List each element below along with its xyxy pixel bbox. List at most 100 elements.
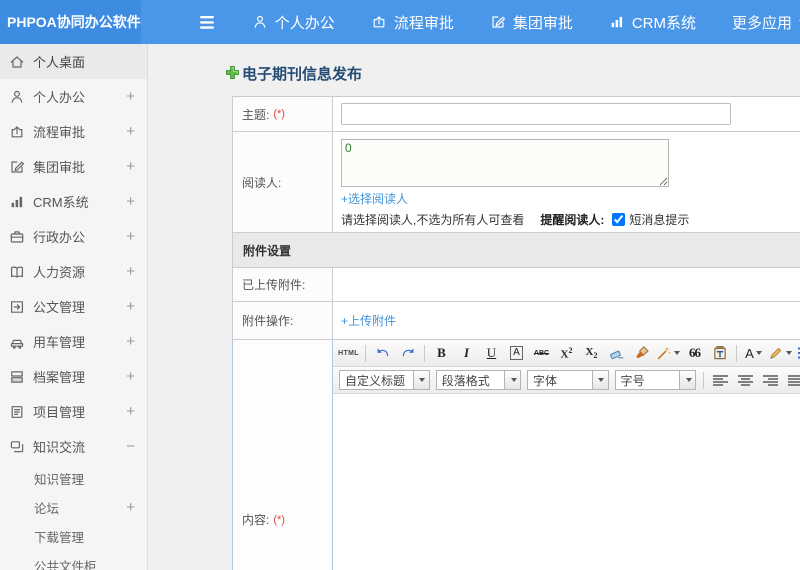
caret-down-icon [504,371,521,389]
sidebar-item-knowledge-exchange[interactable]: 知识交流 − [0,429,147,464]
main-content: 电子期刊信息发布 主题: (*) 阅读人: 0 +选择阅读人 请选择阅读人,不选… [148,44,800,570]
font-select[interactable]: 字体 [527,370,609,390]
toolbar-highlight-button[interactable] [767,343,793,364]
select-value: 自定义标题 [345,373,406,388]
toolbar-separator [365,344,366,362]
nav-item-group-approval[interactable]: 集团审批 [490,12,573,33]
sidebar-item-vehicle-management[interactable]: 用车管理 + [0,324,147,359]
caret-down-icon [674,351,680,355]
bold-icon: B [437,345,446,360]
nav-item-label: 更多应用 [732,14,793,32]
sidebar-item-workflow-approval[interactable]: 流程审批 + [0,114,147,149]
toolbar-strikethrough-button[interactable]: ABC [530,343,553,364]
nav-item-personal-office[interactable]: 个人办公 [252,12,335,33]
toolbar-html-source-button[interactable]: HTML [337,343,360,364]
sidebar-item-crm-system[interactable]: CRM系统 + [0,184,147,219]
align-justify-icon [788,374,800,386]
toolbar-align-center-button[interactable] [734,370,757,391]
content-label: 内容: (*) [233,340,333,570]
highlight-icon [768,345,784,361]
toolbar-format-brush-button[interactable] [630,343,653,364]
toolbar-font-color-button[interactable]: A [742,343,765,364]
toolbar-italic-button[interactable]: I [455,343,478,364]
toolbar-underline-button[interactable]: U [480,343,503,364]
toolbar-align-justify-button[interactable] [784,370,800,391]
nav-item-label: CRM系统 [631,14,697,32]
nav-item-crm-system[interactable]: CRM系统 [609,12,696,33]
undo-icon [375,345,391,361]
toolbar-subscript-button[interactable]: X2 [580,343,603,364]
archive-icon [9,369,25,385]
toolbar-redo-button[interactable] [396,343,419,364]
sidebar-item-group-approval[interactable]: 集团审批 + [0,149,147,184]
nav-item-more-apps[interactable]: 更多应用 [732,12,800,33]
toolbar-align-right-button[interactable] [759,370,782,391]
toolbar-undo-button[interactable] [371,343,394,364]
readers-label: 阅读人: [233,132,333,232]
readers-textarea[interactable]: 0 [341,139,669,187]
expand-plus-icon: + [126,499,135,516]
toolbar-magic-wand-button[interactable] [655,343,681,364]
page-title-row: 电子期刊信息发布 [225,63,800,84]
blockquote-icon: 66 [689,345,701,360]
toolbar-eraser-button[interactable] [605,343,628,364]
form-row-readers: 阅读人: 0 +选择阅读人 请选择阅读人,不选为所有人可查看 提醒阅读人: 短消… [232,132,800,233]
heading-select[interactable]: 自定义标题 [339,370,430,390]
attachment-section-header: 附件设置 [232,233,800,268]
eraser-icon [609,345,625,361]
sms-checkbox[interactable] [612,213,626,226]
chat-icon [9,439,25,455]
book-icon [9,264,25,280]
nav-item-workflow-approval[interactable]: 流程审批 [371,12,454,33]
sidebar-item-knowledge-management[interactable]: 知识管理 [0,464,147,493]
sidebar-item-public-file-cabinet[interactable]: 公共文件柜 [0,551,147,570]
format-brush-icon [634,345,650,361]
expand-plus-icon: + [126,333,135,350]
required-mark: (*) [273,108,285,120]
sidebar-item-human-resources[interactable]: 人力资源 + [0,254,147,289]
top-nav: 个人办公 流程审批 集团审批 CRM系统 更多应用 [252,12,800,33]
sidebar-item-archive-management[interactable]: 档案管理 + [0,359,147,394]
sidebar-item-personal-desktop[interactable]: 个人桌面 [0,44,147,79]
align-left-icon [713,374,728,386]
expand-plus-icon: + [126,298,135,315]
sidebar-item-personal-office[interactable]: 个人办公 + [0,79,147,114]
menu-icon[interactable] [199,15,218,30]
sidebar-item-label: 用车管理 [33,335,86,350]
toolbar-paste-text-button[interactable] [708,343,731,364]
toolbar-blockquote-button[interactable]: 66 [683,343,706,364]
uploaded-value [333,268,800,301]
caret-down-icon [679,371,696,389]
upload-attachment-link[interactable]: +上传附件 [341,312,396,329]
sidebar-item-forum[interactable]: 论坛 + [0,493,147,522]
chart-icon [609,14,625,30]
sidebar-item-project-management[interactable]: 项目管理 + [0,394,147,429]
form-row-subject: 主题: (*) [232,96,800,132]
caret-down-icon [786,351,792,355]
toolbar-align-left-button[interactable] [709,370,732,391]
sidebar-item-label: 流程审批 [33,125,86,140]
sidebar-item-download-management[interactable]: 下载管理 [0,522,147,551]
sidebar: 个人桌面 个人办公 + 流程审批 + 集团审批 + CRM系统 + 行政办公 + 人力资源 + 公文管理 +… [0,44,148,570]
expand-plus-icon: + [126,123,135,140]
editor-canvas[interactable] [333,394,800,570]
editor-toolbar-row2: 自定义标题 段落格式 字体 字号 [333,367,800,394]
toolbar-superscript-button[interactable]: X2 [555,343,578,364]
subject-input[interactable] [341,103,731,125]
edit-icon [9,159,25,175]
expand-plus-icon: + [126,158,135,175]
toolbar-bold-button[interactable]: B [430,343,453,364]
paragraph-select[interactable]: 段落格式 [435,370,522,390]
size-select[interactable]: 字号 [614,370,697,390]
uploaded-label: 已上传附件: [233,268,333,301]
sidebar-item-label: 个人办公 [33,90,86,105]
toolbar-ordered-list-button[interactable] [795,343,800,364]
sidebar-item-admin-office[interactable]: 行政办公 + [0,219,147,254]
sidebar-item-label: 人力资源 [33,265,86,280]
nav-item-label: 流程审批 [393,14,454,32]
sidebar-item-document-management[interactable]: 公文管理 + [0,289,147,324]
toolbar-font-border-button[interactable]: A [505,343,528,364]
top-header: PHPOA协同办公软件 个人办公 流程审批 集团审批 CRM系统 更多应用 [0,0,800,44]
select-readers-link[interactable]: +选择阅读人 [341,192,408,206]
caret-down-icon [591,371,608,389]
